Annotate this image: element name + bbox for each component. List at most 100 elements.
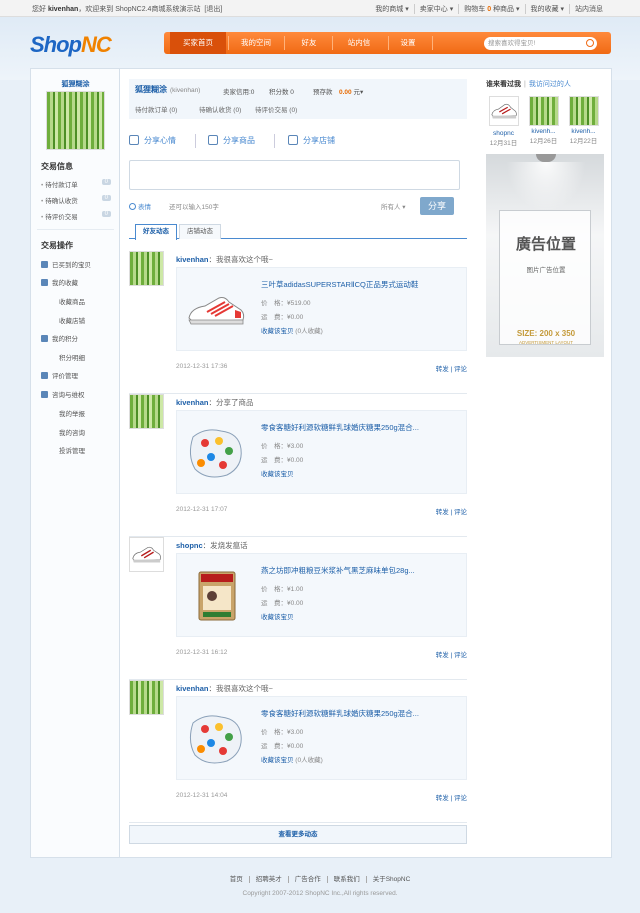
seller-center-menu[interactable]: 卖家中心 ▾ xyxy=(413,4,458,14)
feed-avatar[interactable] xyxy=(129,680,164,715)
share-goods-button[interactable]: 分享商品 xyxy=(208,135,255,146)
feed-username[interactable]: shopnc xyxy=(176,541,203,550)
visibility-select[interactable]: 所有人 ▾ xyxy=(381,201,406,211)
cart-label: 购物车 xyxy=(464,6,486,13)
snack-pack-image[interactable] xyxy=(185,566,247,626)
sidebar-item-label: 待评价交易 xyxy=(45,214,78,221)
favorite-product-link[interactable]: 收藏该宝贝 xyxy=(261,614,294,621)
tab-visitors[interactable]: 谁来看过我 xyxy=(486,81,521,88)
sidebar-item-reports[interactable]: 我的举报 xyxy=(59,408,129,418)
nav-settings[interactable]: 设置 xyxy=(380,32,436,54)
deposit-unit: 元▾ xyxy=(353,89,364,96)
tab-store-feed[interactable]: 店铺动态 xyxy=(179,224,221,239)
candy-bag-image[interactable] xyxy=(185,423,247,483)
logout-link[interactable]: [退出] xyxy=(204,6,222,13)
my-mall-menu[interactable]: 我的商城 ▾ xyxy=(370,4,413,14)
product-title[interactable]: 燕之坊即冲粗粮豆米浆补气黑芝麻味单包28g... xyxy=(261,565,415,576)
sidebar-item-pending-receipt[interactable]: • 待确认收货 0 xyxy=(41,195,111,205)
footer-link-contact[interactable]: 联系我们 xyxy=(326,876,366,883)
pending-review-count[interactable]: 待评价交易 (0) xyxy=(255,104,297,114)
sidebar-username[interactable]: 狐狸糊涂 xyxy=(31,79,120,89)
deposit-label: 预存款 xyxy=(313,89,333,96)
cart-menu[interactable]: 购物车 0 种商品 ▾ xyxy=(458,4,524,14)
favorite-product-link[interactable]: 收藏该宝贝 xyxy=(261,328,294,335)
tab-friends-feed[interactable]: 好友动态 xyxy=(135,224,177,240)
pending-receipt-count[interactable]: 待确认收货 (0) xyxy=(199,104,241,114)
feed-avatar[interactable] xyxy=(129,394,164,429)
char-limit-tip: 还可以输入150字 xyxy=(169,204,219,211)
feed-timestamp: 2012-12-31 14:04 xyxy=(176,792,228,799)
visitor-item[interactable]: kivenh... 12月22日 xyxy=(566,96,601,145)
product-title[interactable]: 零食客糖好利源软糖鲜乳球婚庆糖果250g混合... xyxy=(261,422,419,433)
sidebar-item-reviews[interactable]: 评价管理 xyxy=(41,370,111,380)
sidebar-item-label: 待付款订单 xyxy=(45,182,78,189)
visitor-item[interactable]: kivenh... 12月26日 xyxy=(526,96,561,145)
search-icon[interactable] xyxy=(586,39,594,47)
greeting-username[interactable]: kivenhan xyxy=(48,6,78,13)
sidebar-item-pending-payment[interactable]: • 待付款订单 0 xyxy=(41,179,111,189)
share-store-label: 分享店铺 xyxy=(303,136,335,145)
nav-my-space[interactable]: 我的空间 xyxy=(228,32,284,54)
footer-link-about[interactable]: 关于ShopNC xyxy=(365,876,417,883)
sidebar-item-points[interactable]: 我的积分 xyxy=(41,333,111,343)
sneaker-image[interactable] xyxy=(185,280,247,340)
feed-actions[interactable]: 转发 | 评论 xyxy=(436,649,467,659)
product-title[interactable]: 零食客糖好利源软糖鲜乳球婚庆糖果250g混合... xyxy=(261,708,419,719)
sidebar-item-label: 咨询与维权 xyxy=(52,392,85,399)
feed-username[interactable]: kivenhan xyxy=(176,398,209,407)
sidebar-item-fav-goods[interactable]: 收藏商品 xyxy=(59,296,129,306)
nav-inbox[interactable]: 站内信 xyxy=(331,32,387,54)
user-avatar[interactable] xyxy=(46,91,105,150)
feed-avatar[interactable] xyxy=(129,537,164,572)
nav-buyer-home[interactable]: 买家首页 xyxy=(170,32,226,54)
pending-payment-count[interactable]: 待付款订单 (0) xyxy=(135,104,177,114)
emoticon-button[interactable]: 表情 xyxy=(129,201,151,211)
visitor-item[interactable]: shopnc 12月31日 xyxy=(486,96,521,147)
share-button[interactable]: 分享 xyxy=(420,197,454,215)
sidebar-item-inquiries[interactable]: 我的咨询 xyxy=(59,427,129,437)
product-title[interactable]: 三叶草adidasSUPERSTARⅡCQ正品男式运动鞋 xyxy=(261,279,418,290)
footer-link-home[interactable]: 首页 xyxy=(224,876,249,883)
sidebar-item-bought[interactable]: 已买到的宝贝 xyxy=(41,259,111,269)
sidebar-item-complaints[interactable]: 投诉管理 xyxy=(59,445,129,455)
feed-actions[interactable]: 转发 | 评论 xyxy=(436,792,467,802)
search-input[interactable]: 搜索喜欢得宝贝! xyxy=(484,37,597,50)
favorite-product-link[interactable]: 收藏该宝贝 xyxy=(261,471,294,478)
tab-visited[interactable]: 我访问过的人 xyxy=(529,81,571,88)
pen-icon xyxy=(129,135,139,145)
user-name[interactable]: 狐狸糊涂 (kivenhan) xyxy=(135,84,200,95)
share-store-button[interactable]: 分享店铺 xyxy=(288,135,335,146)
logo-part-nc: NC xyxy=(81,32,112,57)
image-icon xyxy=(208,135,218,145)
feed-header: kivenhan：我很喜欢这个哦~ xyxy=(176,683,273,694)
my-favorites-menu[interactable]: 我的收藏 ▾ xyxy=(524,4,569,14)
candy-bag-image[interactable] xyxy=(185,709,247,769)
share-mood-button[interactable]: 分享心情 xyxy=(129,135,176,146)
sidebar-item-consult[interactable]: 咨询与维权 xyxy=(41,389,111,399)
sidebar-item-points-detail[interactable]: 积分明细 xyxy=(59,352,129,362)
messages-link[interactable]: 站内消息 xyxy=(569,4,608,14)
sidebar-item-favorites[interactable]: 我的收藏 xyxy=(41,277,111,287)
feed-actions[interactable]: 转发 | 评论 xyxy=(436,363,467,373)
shopnc-logo[interactable]: ShopNC xyxy=(30,32,112,58)
nav-friends[interactable]: 好友 xyxy=(281,32,337,54)
sidebar-item-pending-review[interactable]: • 待评价交易 0 xyxy=(41,211,111,221)
ceiling-light-icon xyxy=(536,154,556,162)
trade-ops-title: 交易操作 xyxy=(41,241,73,250)
share-textarea[interactable] xyxy=(129,160,460,190)
feed-username[interactable]: kivenhan xyxy=(176,684,209,693)
feed-actions[interactable]: 转发 | 评论 xyxy=(436,506,467,516)
sidebar-item-fav-stores[interactable]: 收藏店铺 xyxy=(59,315,129,325)
divider xyxy=(37,229,114,230)
footer-link-ads[interactable]: 广告合作 xyxy=(287,876,327,883)
feed-username[interactable]: kivenhan xyxy=(176,255,209,264)
product-shipping: 运 费：¥0.00 xyxy=(261,314,304,321)
feed-avatar[interactable] xyxy=(129,251,164,286)
copyright: Copyright 2007-2012 ShopNC Inc.,All righ… xyxy=(242,890,398,897)
footer-link-jobs[interactable]: 招聘英才 xyxy=(248,876,288,883)
ad-banner[interactable]: 廣告位置 图片广告位置 SIZE: 200 x 350 ADVERTISMENT… xyxy=(486,154,604,357)
product-shipping: 运 费：¥0.00 xyxy=(261,743,304,750)
load-more-button[interactable]: 查看更多动态 xyxy=(129,825,467,844)
favorite-product-link[interactable]: 收藏该宝贝 xyxy=(261,757,294,764)
deposit[interactable]: 预存款 0.00 元▾ xyxy=(313,86,363,96)
